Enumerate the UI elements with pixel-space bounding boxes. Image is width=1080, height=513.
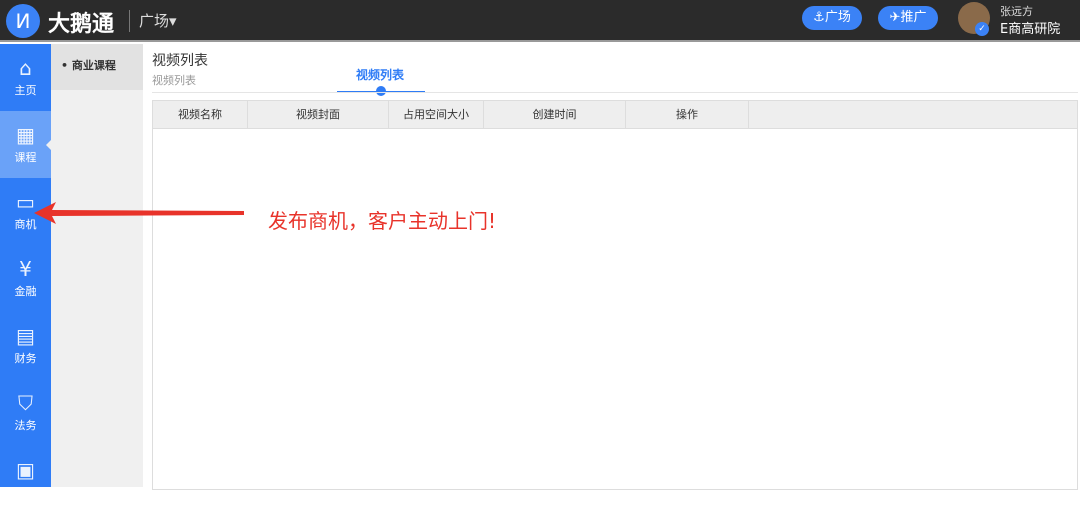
column-header: 操作 (626, 101, 749, 128)
sidebar-item-finance[interactable]: ¥ 金融 (0, 245, 51, 312)
sidebar-item-home[interactable]: ⌂ 主页 (0, 44, 51, 111)
sidebar-item-legal[interactable]: ⛉ 法务 (0, 379, 51, 446)
square-dropdown[interactable]: 广场▾ (139, 10, 177, 31)
column-header: 视频封面 (248, 101, 389, 128)
main-content: 视频列表 视频列表 视频列表 视频名称 视频封面 占用空间大小 创建时间 操作 (152, 50, 1078, 490)
shield-icon: ⛉ (18, 391, 33, 415)
arrow-icon (34, 202, 244, 224)
submenu-item-business-course[interactable]: • 商业课程 (51, 44, 143, 90)
brand-name: 大鹅通 (48, 12, 115, 37)
sidebar-item-label: 课程 (14, 151, 37, 164)
column-header: 占用空间大小 (389, 101, 484, 128)
home-icon: ⌂ (19, 56, 32, 80)
document-icon: ▣ (16, 458, 35, 482)
column-header: 视频名称 (153, 101, 248, 128)
swan-logo-icon: ⵍ (6, 4, 40, 38)
video-table: 视频名称 视频封面 占用空间大小 创建时间 操作 (152, 100, 1078, 490)
column-header: 创建时间 (484, 101, 626, 128)
tab-indicator-dot (376, 86, 386, 96)
sidebar-item-label: 主页 (14, 84, 37, 97)
calendar-icon: ▦ (16, 123, 35, 147)
page-title: 视频列表 (152, 53, 208, 69)
user-org: E商高研院 (1000, 22, 1061, 37)
sidebar-item-label: 金融 (14, 285, 37, 298)
yen-icon: ¥ (19, 257, 32, 281)
breadcrumb: 视频列表 (152, 74, 196, 87)
user-name: 张远方 (1000, 5, 1033, 18)
divider (152, 92, 1078, 93)
sidebar-item-label: 法务 (14, 419, 37, 432)
submenu-label: 商业课程 (71, 59, 116, 72)
verified-icon: ✓ (975, 22, 989, 36)
promote-button[interactable]: ✈推广 (878, 6, 938, 30)
annotation-text: 发布商机，客户主动上门! (268, 209, 497, 233)
submenu: • 商业课程 (51, 44, 143, 487)
sidebar-item-label: 财务 (14, 352, 37, 365)
ledger-icon: ▤ (16, 324, 35, 348)
sidebar-item-course[interactable]: ▦ 课程 (0, 111, 52, 178)
top-bar: ⵍ 大鹅通 广场▾ ⚓广场 ✈推广 ✓ 张远方 E商高研院 (0, 0, 1080, 42)
table-header: 视频名称 视频封面 占用空间大小 创建时间 操作 (153, 101, 1077, 129)
tab-video-list[interactable]: 视频列表 (356, 66, 404, 83)
sidebar-item-more[interactable]: ▣ (0, 446, 51, 513)
square-button[interactable]: ⚓广场 (802, 6, 862, 30)
sidebar: ⌂ 主页 ▦ 课程 ▭ 商机 ¥ 金融 ▤ 财务 ⛉ 法务 ▣ (0, 44, 52, 487)
sidebar-item-accounting[interactable]: ▤ 财务 (0, 312, 51, 379)
divider (129, 10, 130, 32)
